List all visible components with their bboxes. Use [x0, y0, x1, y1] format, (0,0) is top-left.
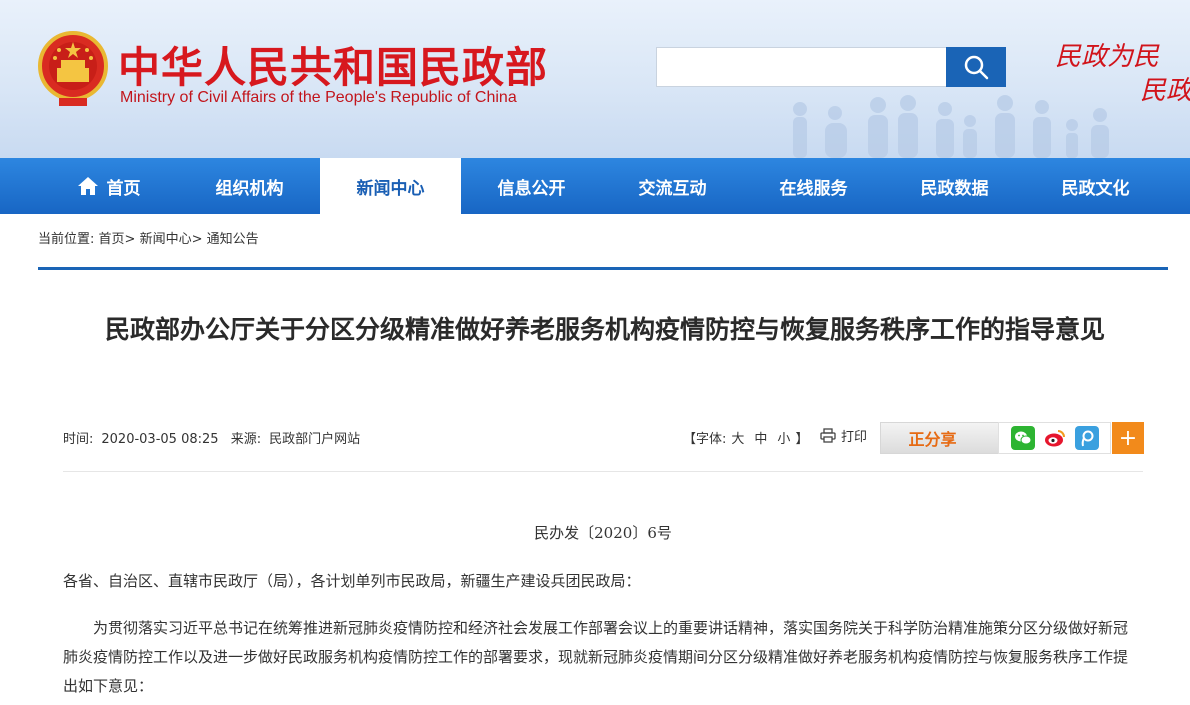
nav-item-label: 民政数据 — [920, 178, 989, 199]
search-input[interactable] — [656, 47, 947, 87]
font-size-medium-button[interactable]: 中 — [754, 432, 767, 447]
nav-item-civil-culture[interactable]: 民政文化 — [1025, 158, 1166, 214]
font-ctrl-open: 【字体: — [683, 432, 727, 447]
breadcrumb-home-link[interactable]: 首页 — [99, 232, 125, 247]
nav-item-label: 首页 — [106, 178, 141, 199]
print-button[interactable]: 打印 — [820, 426, 867, 445]
wechat-icon[interactable] — [1011, 426, 1035, 450]
addressee-line: 各省、自治区、直辖市民政厅（局），各计划单列市民政局，新疆生产建设兵团民政局： — [63, 572, 641, 590]
nav-item-home[interactable]: 首页 — [38, 158, 179, 214]
source-label: 来源: — [230, 432, 262, 447]
search-button[interactable] — [946, 47, 1006, 87]
weibo-icon[interactable] — [1043, 426, 1067, 450]
time-label: 时间: — [63, 432, 94, 447]
font-ctrl-close: 】 — [795, 432, 809, 447]
nav-item-label: 组织机构 — [215, 178, 284, 199]
nav-item-news-center[interactable]: 新闻中心 — [320, 158, 461, 214]
breadcrumb-separator: > — [124, 232, 136, 247]
breadcrumb-separator: > — [191, 232, 203, 247]
site-header: 中华人民共和国民政部 Ministry of Civil Affairs of … — [0, 0, 1190, 158]
font-size-control: 【字体: 大中小】 — [683, 428, 808, 447]
nav-item-label: 民政文化 — [1061, 178, 1130, 199]
nav-item-interaction[interactable]: 交流互动 — [602, 158, 743, 214]
site-title-english: Ministry of Civil Affairs of the People'… — [120, 89, 517, 106]
meta-divider — [63, 471, 1143, 472]
breadcrumb: 当前位置: 首页> 新闻中心> 通知公告 — [38, 228, 259, 247]
share-icons-group — [998, 422, 1111, 454]
article-title: 民政部办公厅关于分区分级精准做好养老服务机构疫情防控与恢复服务秩序工作的指导意见 — [104, 315, 1105, 344]
printer-icon — [820, 428, 836, 443]
search-icon — [964, 55, 989, 80]
nav-item-label: 信息公开 — [497, 178, 566, 199]
nav-item-civil-data[interactable]: 民政数据 — [884, 158, 1025, 214]
home-icon — [77, 176, 99, 196]
document-number: 民办发〔2020〕6号 — [534, 524, 672, 542]
breadcrumb-prefix: 当前位置: — [38, 232, 95, 247]
nav-item-label: 交流互动 — [638, 178, 707, 199]
nav-item-organization[interactable]: 组织机构 — [179, 158, 320, 214]
plus-icon: + — [1118, 425, 1138, 451]
more-share-button[interactable]: + — [1112, 422, 1144, 454]
breadcrumb-news-link[interactable]: 新闻中心 — [140, 232, 192, 247]
tencent-weibo-icon[interactable] — [1075, 426, 1099, 450]
publish-time: 2020-03-05 08:25 — [101, 432, 219, 447]
slogan-line-2: 民政 — [1140, 76, 1190, 106]
font-size-large-button[interactable]: 大 — [731, 432, 744, 447]
people-silhouettes-decoration — [793, 95, 1109, 158]
site-title-chinese: 中华人民共和国民政部 — [118, 43, 549, 92]
article-source: 民政部门户网站 — [269, 432, 361, 447]
slogan-line-1: 民政为民 — [1055, 42, 1160, 72]
main-navigation: 首页 组织机构 新闻中心 信息公开 交流互动 在线服务 民政数据 民政文化 — [0, 158, 1190, 214]
nav-item-label: 新闻中心 — [356, 178, 425, 199]
nav-item-information-disclosure[interactable]: 信息公开 — [461, 158, 602, 214]
national-emblem-icon — [38, 31, 108, 106]
article-paragraph: 为贯彻落实习近平总书记在统筹推进新冠肺炎疫情防控和经济社会发展工作部署会议上的重… — [63, 619, 1129, 695]
font-size-small-button[interactable]: 小 — [777, 432, 790, 447]
print-label: 打印 — [841, 430, 868, 445]
nav-item-online-service[interactable]: 在线服务 — [743, 158, 884, 214]
article-meta: 时间: 2020-03-05 08:25 来源: 民政部门户网站 — [63, 428, 368, 447]
share-label: 正分享 — [880, 422, 1005, 454]
breadcrumb-notice-link[interactable]: 通知公告 — [207, 232, 259, 247]
nav-item-label: 在线服务 — [779, 178, 848, 199]
